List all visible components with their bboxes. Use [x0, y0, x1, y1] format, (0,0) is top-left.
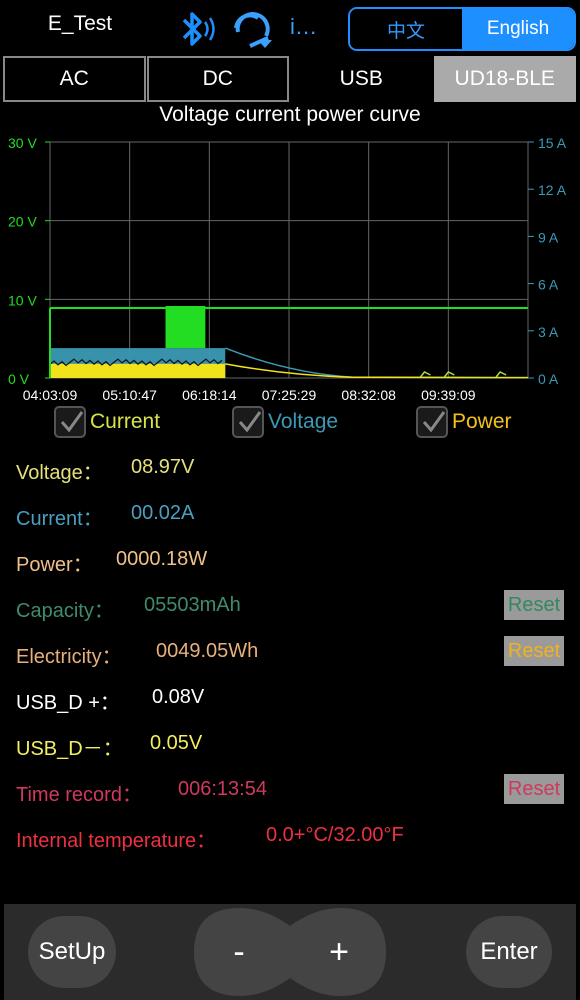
usb-dminus-value: 0.05V — [150, 732, 203, 754]
x-tick-label: 09:39:09 — [421, 387, 476, 403]
x-tick-label: 08:32:08 — [341, 387, 396, 403]
right-tick-label: 0 A — [538, 371, 559, 387]
checkbox-voltage[interactable] — [232, 406, 264, 438]
power-row: Power： 0000.18W — [16, 548, 207, 577]
right-axis-ticks: 15 A 12 A 9 A 6 A 3 A 0 A — [528, 135, 567, 387]
lang-chinese-button[interactable]: 中文 — [350, 9, 462, 49]
left-tick-label: 30 V — [8, 135, 37, 151]
minus-button[interactable]: - — [204, 916, 274, 988]
voltage-row: Voltage： 08.97V — [16, 456, 194, 485]
left-tick-label: 10 V — [8, 292, 37, 308]
capacity-label: Capacity： — [16, 600, 114, 622]
series-blip — [495, 371, 507, 378]
device-tabs: AC DC USB UD18-BLE — [3, 56, 577, 102]
legend-voltage-label: Voltage — [268, 410, 339, 433]
legend-current-label: Current — [90, 410, 161, 433]
electricity-value: 0049.05Wh — [156, 640, 259, 662]
chart-title: Voltage current power curve — [159, 103, 421, 126]
temperature-label: Internal temperature： — [16, 830, 217, 852]
current-row: Current： 00.02A — [16, 502, 194, 531]
series-blip — [443, 371, 455, 378]
series-blip — [419, 371, 431, 378]
x-tick-label: 07:25:29 — [262, 387, 317, 403]
x-tick-label: 06:18:14 — [182, 387, 237, 403]
setup-button[interactable]: SetUp — [28, 916, 116, 988]
check-icon — [238, 411, 262, 433]
power-curve-chart[interactable]: 30 V 20 V 10 V 0 V 15 A 12 A 9 A 6 A 3 A 0 A 04:… — [0, 128, 580, 408]
right-tick-label: 15 A — [538, 135, 567, 151]
checkbox-current[interactable] — [54, 406, 86, 438]
right-tick-label: 3 A — [538, 324, 559, 340]
check-icon — [60, 411, 84, 433]
x-axis-ticks: 04:03:09 05:10:47 06:18:14 07:25:29 08:32:08… — [23, 387, 476, 403]
power-label: Power： — [16, 554, 93, 576]
left-axis-ticks: 30 V 20 V 10 V 0 V — [8, 135, 50, 387]
usb-dminus-label: USB_D－： — [16, 738, 123, 760]
capacity-value: 05503mAh — [144, 594, 241, 616]
app-title: E_Test — [47, 12, 113, 35]
left-tick-label: 0 V — [8, 371, 30, 387]
capacity-row: Capacity： 05503mAh — [16, 594, 241, 623]
usb-dminus-row: USB_D－： 0.05V — [16, 732, 202, 761]
temperature-value: 0.0+°C/32.00°F — [266, 824, 404, 846]
bluetooth-icon[interactable] — [170, 8, 218, 52]
x-tick-label: 05:10:47 — [102, 387, 157, 403]
series-power-band — [50, 363, 226, 378]
usb-dplus-row: USB_D +： 0.08V — [16, 686, 204, 715]
temperature-row: Internal temperature： 0.0+°C/32.00°F — [16, 824, 404, 853]
chart-grid — [49, 141, 529, 379]
series-voltage-burst — [165, 305, 206, 349]
time-reset-button[interactable]: Reset — [504, 774, 564, 804]
info-link[interactable]: i... — [290, 14, 317, 40]
sync-icon[interactable] — [228, 8, 278, 52]
check-icon — [422, 411, 446, 433]
left-tick-label: 20 V — [8, 214, 37, 230]
legend-power-toggle[interactable]: Power — [416, 406, 512, 438]
time-record-value: 006:13:54 — [178, 778, 267, 800]
voltage-value: 08.97V — [131, 456, 195, 478]
time-record-row: Time record： 006:13:54 — [16, 778, 267, 807]
usb-dplus-value: 0.08V — [152, 686, 205, 708]
enter-button[interactable]: Enter — [466, 916, 552, 988]
checkbox-power[interactable] — [416, 406, 448, 438]
tab-ac[interactable]: AC — [3, 56, 146, 102]
electricity-label: Electricity： — [16, 646, 122, 668]
language-switch[interactable]: 中文 English — [348, 7, 576, 51]
right-tick-label: 12 A — [538, 182, 567, 198]
lang-english-button[interactable]: English — [462, 9, 574, 49]
series-current-line — [224, 347, 529, 379]
tab-usb[interactable]: USB — [290, 56, 433, 102]
series-power-line — [225, 363, 529, 379]
tab-dc[interactable]: DC — [146, 56, 289, 102]
voltage-label: Voltage： — [16, 462, 103, 484]
current-label: Current： — [16, 508, 103, 530]
electricity-row: Electricity： 0049.05Wh — [16, 640, 258, 669]
plus-button[interactable]: + — [304, 916, 374, 988]
usb-dplus-label: USB_D +： — [16, 692, 120, 714]
current-value: 00.02A — [131, 502, 195, 524]
tab-ud18-ble[interactable]: UD18-BLE — [433, 56, 576, 102]
x-tick-label: 04:03:09 — [23, 387, 78, 403]
time-record-label: Time record： — [16, 784, 142, 806]
legend-power-label: Power — [452, 410, 512, 433]
electricity-reset-button[interactable]: Reset — [504, 636, 564, 666]
legend-current-toggle[interactable]: Current — [54, 406, 160, 438]
right-tick-label: 6 A — [538, 277, 559, 293]
capacity-reset-button[interactable]: Reset — [504, 590, 564, 620]
right-tick-label: 9 A — [538, 229, 559, 245]
power-value: 0000.18W — [116, 548, 208, 570]
bottom-control-bar: SetUp - + Enter — [4, 904, 576, 1000]
legend-voltage-toggle[interactable]: Voltage — [232, 406, 338, 438]
